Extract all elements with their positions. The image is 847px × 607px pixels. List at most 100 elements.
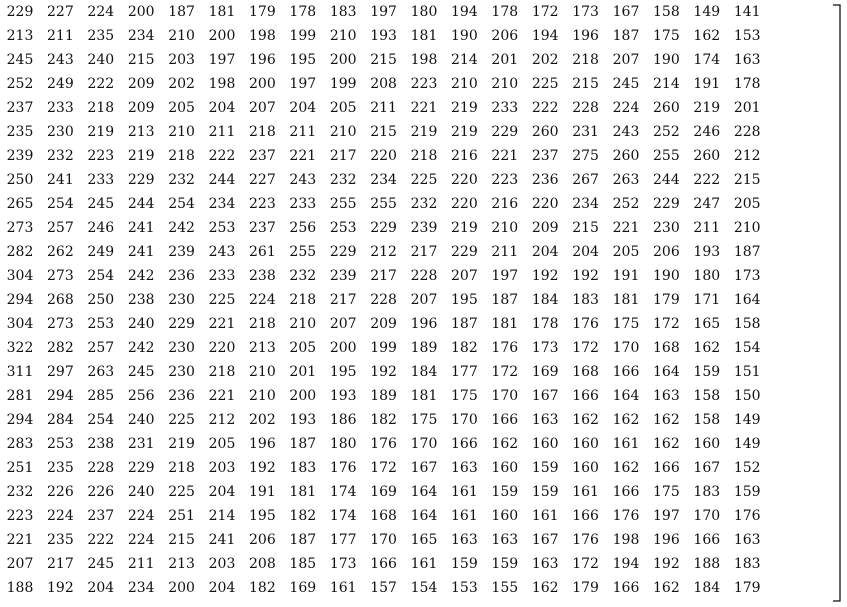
matrix-cell: 200 <box>208 28 236 44</box>
matrix-cell: 226 <box>87 484 115 500</box>
matrix-cell: 187 <box>451 316 478 332</box>
matrix-cell: 233 <box>47 100 74 116</box>
matrix-cell: 229 <box>653 196 680 212</box>
matrix-cell: 219 <box>451 100 478 116</box>
matrix-cell: 176 <box>733 508 761 524</box>
matrix-cell: 218 <box>168 460 195 476</box>
matrix-cell: 249 <box>87 244 115 260</box>
matrix-row: 221 235 222 224 215 241 206 187 177 170 165 163 163 1… <box>0 528 830 552</box>
matrix-cell: 164 <box>410 508 438 524</box>
matrix-cell: 229 <box>6 4 34 20</box>
matrix-cell: 166 <box>693 532 721 548</box>
matrix-cell: 210 <box>329 28 357 44</box>
matrix-cell: 223 <box>249 196 276 212</box>
matrix-cell: 180 <box>693 268 721 284</box>
matrix-cell: 223 <box>6 508 34 524</box>
matrix-cell: 187 <box>612 28 640 44</box>
matrix-cell: 162 <box>612 412 640 428</box>
matrix-cell: 229 <box>329 244 357 260</box>
matrix-cell: 164 <box>653 364 680 380</box>
matrix-cell: 177 <box>451 364 478 380</box>
matrix-cell: 254 <box>87 412 115 428</box>
matrix-cell: 172 <box>653 316 680 332</box>
matrix-cell: 311 <box>6 364 34 380</box>
matrix-cell: 215 <box>733 172 761 188</box>
matrix-cell: 162 <box>653 412 680 428</box>
matrix-cell: 207 <box>329 316 357 332</box>
matrix-cell: 197 <box>370 4 397 20</box>
matrix-row: 188 192 204 234 200 204 182 169 161 157 154 153 155 1… <box>0 576 830 600</box>
matrix-cell: 232 <box>47 148 74 164</box>
matrix-cell: 240 <box>87 52 115 68</box>
matrix-cell: 163 <box>653 388 680 404</box>
matrix-cell: 210 <box>491 76 519 92</box>
matrix-cell: 175 <box>612 316 640 332</box>
matrix-cell: 244 <box>653 172 680 188</box>
matrix-cell: 192 <box>370 364 397 380</box>
matrix-row: 252 249 222 209 202 198 200 197 199 208 223 210 210 2… <box>0 72 830 96</box>
matrix-cell: 181 <box>612 292 640 308</box>
matrix-cell: 205 <box>329 100 357 116</box>
matrix-cell: 209 <box>127 100 155 116</box>
matrix-cell: 180 <box>410 4 438 20</box>
matrix-cell: 161 <box>451 508 478 524</box>
matrix-cell: 181 <box>410 388 438 404</box>
matrix-cell: 191 <box>249 484 276 500</box>
matrix-cell: 184 <box>693 580 721 596</box>
matrix-cell: 213 <box>249 340 276 356</box>
matrix-cell: 243 <box>47 52 74 68</box>
matrix-cell: 192 <box>47 580 74 596</box>
matrix-cell: 251 <box>168 508 195 524</box>
matrix-cell: 176 <box>491 340 519 356</box>
matrix-cell: 150 <box>733 388 761 404</box>
matrix-cell: 237 <box>87 508 115 524</box>
matrix-cell: 158 <box>733 316 761 332</box>
matrix-cell: 192 <box>572 268 599 284</box>
matrix-cell: 181 <box>289 484 317 500</box>
matrix-row: 251 235 228 229 218 203 192 183 176 172 167 163 160 1… <box>0 456 830 480</box>
matrix-cell: 185 <box>289 556 317 572</box>
matrix-cell: 253 <box>87 316 115 332</box>
matrix-cell: 222 <box>87 532 115 548</box>
matrix-cell: 211 <box>693 220 721 236</box>
matrix-row: 281 294 285 256 236 221 210 200 193 189 181 175 170 1… <box>0 384 830 408</box>
matrix-cell: 238 <box>127 292 155 308</box>
matrix-cell: 160 <box>491 508 519 524</box>
matrix-cell: 187 <box>733 244 761 260</box>
matrix-cell: 232 <box>168 172 195 188</box>
matrix-cell: 233 <box>289 196 317 212</box>
matrix-cell: 197 <box>653 508 680 524</box>
matrix-cell: 210 <box>451 76 478 92</box>
matrix-cell: 262 <box>47 244 74 260</box>
matrix-cell: 189 <box>410 340 438 356</box>
matrix-cell: 202 <box>531 52 559 68</box>
matrix-cell: 217 <box>329 148 357 164</box>
matrix-cell: 220 <box>451 172 478 188</box>
matrix-cell: 184 <box>410 364 438 380</box>
matrix-cell: 219 <box>410 124 438 140</box>
matrix-cell: 178 <box>733 76 761 92</box>
matrix-cell: 227 <box>47 4 74 20</box>
matrix-cell: 192 <box>653 556 680 572</box>
matrix-cell: 154 <box>410 580 438 596</box>
matrix-cell: 172 <box>491 364 519 380</box>
matrix-cell: 175 <box>653 28 680 44</box>
matrix-cell: 218 <box>168 148 195 164</box>
matrix-row: 311 297 263 245 230 218 210 201 195 192 184 177 172 1… <box>0 360 830 384</box>
matrix-cell: 174 <box>329 484 357 500</box>
matrix-cell: 238 <box>249 268 276 284</box>
matrix-cell: 221 <box>612 220 640 236</box>
matrix-cell: 234 <box>208 196 236 212</box>
matrix-cell: 240 <box>127 412 155 428</box>
matrix-cell: 253 <box>47 436 74 452</box>
matrix-cell: 152 <box>733 460 761 476</box>
matrix-cell: 161 <box>451 484 478 500</box>
matrix-cell: 205 <box>168 100 195 116</box>
matrix-cell: 196 <box>572 28 599 44</box>
matrix-cell: 183 <box>572 292 599 308</box>
matrix-cell: 268 <box>47 292 74 308</box>
matrix-cell: 237 <box>249 148 276 164</box>
matrix-row: 304 273 254 242 236 233 238 232 239 217 228 207 197 1… <box>0 264 830 288</box>
matrix-cell: 217 <box>410 244 438 260</box>
matrix-cell: 196 <box>410 316 438 332</box>
